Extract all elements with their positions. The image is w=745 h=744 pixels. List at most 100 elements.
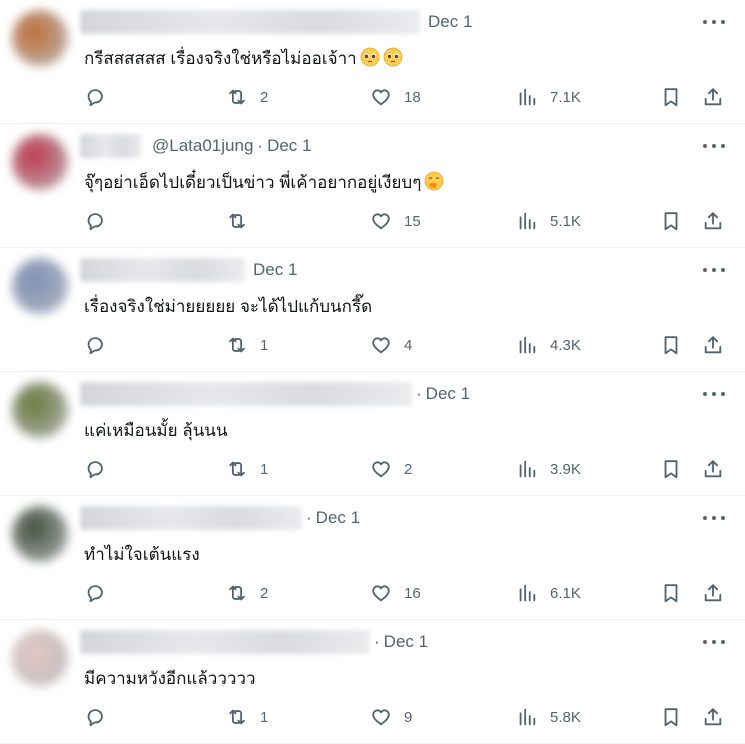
like-button[interactable]: 18 — [370, 84, 421, 110]
views-button[interactable]: 5.8K — [516, 704, 581, 730]
more-options-icon[interactable] — [703, 388, 725, 400]
avatar[interactable] — [12, 258, 68, 314]
retweet-count: 1 — [260, 460, 269, 478]
tweet-text: ทำไม่ใจเต้นแรง — [84, 545, 200, 564]
retweet-count: 2 — [260, 584, 269, 602]
bar-chart-icon — [516, 334, 538, 356]
bookmark-button[interactable] — [660, 580, 682, 606]
retweet-button[interactable]: 2 — [226, 580, 268, 606]
view-count: 4.3K — [550, 336, 581, 354]
reply-icon — [84, 458, 106, 480]
share-button[interactable] — [702, 456, 724, 482]
avatar[interactable] — [12, 382, 68, 438]
display-name-redacted[interactable] — [80, 630, 370, 654]
tweet-text: กรีสสสสสส เรื่องจริงใช่หรือไม่ออเจ้าา — [84, 45, 403, 72]
separator-dot: · — [416, 384, 422, 403]
tweet[interactable]: Dec 1 กรีสสสสสส เรื่องจริงใช่หรือไม่ออเจ… — [0, 0, 745, 124]
display-name-redacted[interactable] — [80, 134, 142, 158]
share-icon — [702, 582, 724, 604]
heart-icon — [370, 334, 392, 356]
more-options-icon[interactable] — [703, 636, 725, 648]
share-button[interactable] — [702, 84, 724, 110]
views-button[interactable]: 4.3K — [516, 332, 581, 358]
display-name-redacted[interactable] — [80, 506, 302, 530]
tweet-date[interactable]: Dec 1 — [316, 508, 360, 528]
retweet-icon — [226, 334, 248, 356]
like-button[interactable]: 15 — [370, 208, 421, 234]
avatar[interactable] — [12, 134, 68, 190]
avatar[interactable] — [12, 506, 68, 562]
retweet-icon — [226, 582, 248, 604]
reply-button[interactable] — [84, 332, 118, 358]
more-options-icon[interactable] — [703, 264, 725, 276]
like-button[interactable]: 16 — [370, 580, 421, 606]
tweet-date[interactable]: Dec 1 — [384, 632, 428, 652]
tweet[interactable]: · Dec 1 แค่เหมือนมั้ย ลุ้นนน 1 2 3.9K — [0, 372, 745, 496]
bookmark-button[interactable] — [660, 84, 682, 110]
tweet-date[interactable]: Dec 1 — [426, 384, 470, 404]
retweet-button[interactable]: 1 — [226, 332, 268, 358]
bar-chart-icon — [516, 582, 538, 604]
tweet-text: เรื่องจริงใช่ม่ายยยยย จะได้ไปแก้บนกรี๊ด — [84, 297, 373, 316]
share-button[interactable] — [702, 580, 724, 606]
reply-feed: Dec 1 กรีสสสสสส เรื่องจริงใช่หรือไม่ออเจ… — [0, 0, 745, 744]
like-button[interactable]: 4 — [370, 332, 412, 358]
user-handle[interactable]: @Lata01jung — [152, 136, 253, 156]
views-button[interactable]: 5.1K — [516, 208, 581, 234]
display-name-redacted[interactable] — [80, 382, 412, 406]
retweet-button[interactable]: 2 — [226, 84, 268, 110]
bookmark-button[interactable] — [660, 704, 682, 730]
views-button[interactable]: 7.1K — [516, 84, 581, 110]
reply-icon — [84, 86, 106, 108]
display-name-redacted[interactable] — [80, 258, 245, 282]
tweet[interactable]: @Lata01jung · Dec 1 จุ๊ๆอย่าเอ็ดไปเดี๋ยว… — [0, 124, 745, 248]
bookmark-button[interactable] — [660, 456, 682, 482]
avatar[interactable] — [12, 10, 68, 66]
share-icon — [702, 458, 724, 480]
tweet-header: · Dec 1 — [80, 505, 360, 531]
bookmark-icon — [660, 458, 682, 480]
share-button[interactable] — [702, 208, 724, 234]
tweet-date[interactable]: Dec 1 — [428, 12, 472, 32]
reply-button[interactable] — [84, 456, 118, 482]
reply-button[interactable] — [84, 208, 118, 234]
reply-button[interactable] — [84, 704, 118, 730]
display-name-redacted[interactable] — [80, 10, 420, 34]
avatar[interactable] — [12, 630, 68, 686]
retweet-button[interactable]: 1 — [226, 704, 268, 730]
like-count: 2 — [404, 460, 413, 478]
reply-button[interactable] — [84, 84, 118, 110]
more-options-icon[interactable] — [703, 16, 725, 28]
reply-button[interactable] — [84, 580, 118, 606]
like-button[interactable]: 2 — [370, 456, 412, 482]
tweet[interactable]: · Dec 1 มีความหวังอีกแล้ววววว 1 9 5.8K — [0, 620, 745, 744]
heart-icon — [370, 86, 392, 108]
tweet-date[interactable]: Dec 1 — [253, 260, 297, 280]
bar-chart-icon — [516, 706, 538, 728]
separator-dot: · — [374, 632, 380, 651]
bookmark-button[interactable] — [660, 332, 682, 358]
retweet-count: 2 — [260, 88, 269, 106]
retweet-button[interactable] — [226, 208, 260, 234]
more-options-icon[interactable] — [703, 140, 725, 152]
tweet[interactable]: · Dec 1 ทำไม่ใจเต้นแรง 2 16 6.1K — [0, 496, 745, 620]
share-icon — [702, 706, 724, 728]
retweet-icon — [226, 210, 248, 232]
views-button[interactable]: 3.9K — [516, 456, 581, 482]
like-button[interactable]: 9 — [370, 704, 412, 730]
share-icon — [702, 210, 724, 232]
reply-icon — [84, 210, 106, 232]
tweet-date[interactable]: Dec 1 — [267, 136, 311, 156]
pleading-face-emoji-icon — [360, 47, 380, 67]
views-button[interactable]: 6.1K — [516, 580, 581, 606]
retweet-button[interactable]: 1 — [226, 456, 268, 482]
share-button[interactable] — [702, 704, 724, 730]
action-bar: 2 16 6.1K — [82, 580, 732, 606]
tweet[interactable]: Dec 1 เรื่องจริงใช่ม่ายยยยย จะได้ไปแก้บน… — [0, 248, 745, 372]
more-options-icon[interactable] — [703, 512, 725, 524]
action-bar: 1 9 5.8K — [82, 704, 732, 730]
like-count: 15 — [404, 212, 421, 230]
share-button[interactable] — [702, 332, 724, 358]
bookmark-icon — [660, 334, 682, 356]
bookmark-button[interactable] — [660, 208, 682, 234]
